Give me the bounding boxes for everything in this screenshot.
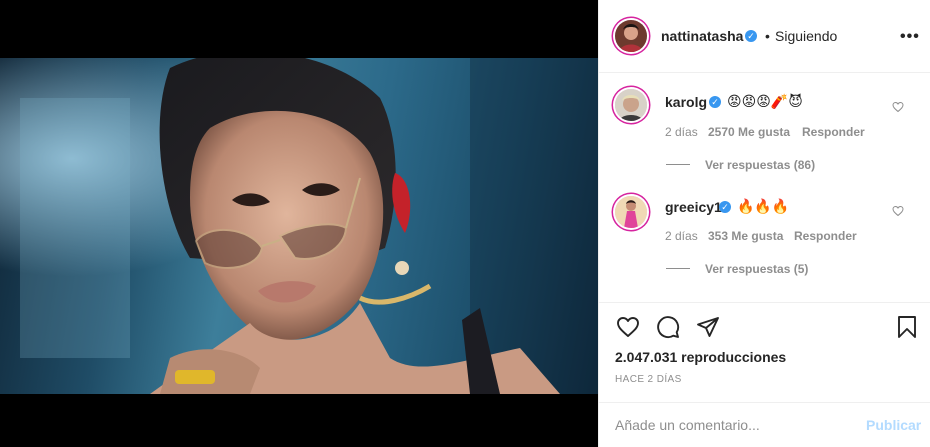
- commenter-avatar[interactable]: [615, 196, 647, 228]
- post-time-ago[interactable]: HACE 2 DÍAS: [615, 374, 682, 385]
- like-comment-heart-icon[interactable]: [892, 205, 904, 217]
- author-username[interactable]: nattinatasha: [661, 28, 743, 44]
- comment-time[interactable]: 2 días: [665, 125, 698, 139]
- comment-text: 🔥🔥🔥: [737, 198, 790, 214]
- post-header: nattinatasha ✓ • Siguiendo •••: [599, 0, 930, 73]
- commenter-avatar[interactable]: [615, 89, 647, 121]
- comment-likes-text: 353 Me gusta: [708, 229, 784, 243]
- reply-button[interactable]: Responder: [802, 125, 865, 139]
- comment-likes[interactable]: 2570 Me gusta: [708, 125, 790, 139]
- share-icon[interactable]: [695, 315, 721, 339]
- verified-badge-icon: ✓: [719, 201, 731, 213]
- reply-button-label: Responder: [794, 229, 857, 243]
- add-comment-bar: Publicar: [599, 402, 930, 447]
- author-avatar[interactable]: [615, 20, 647, 52]
- replies-divider: [666, 268, 690, 269]
- like-comment-heart-icon[interactable]: [892, 101, 904, 113]
- post-side-panel: nattinatasha ✓ • Siguiendo ••• karolg ✓ …: [598, 0, 930, 447]
- reply-button[interactable]: Responder: [794, 229, 857, 243]
- comment-time[interactable]: 2 días: [665, 229, 698, 243]
- reply-button-label: Responder: [802, 125, 865, 139]
- commenter-avatar-image: [615, 196, 647, 228]
- more-options-icon[interactable]: •••: [900, 28, 920, 46]
- add-comment-input[interactable]: [615, 417, 845, 433]
- video-frame[interactable]: [0, 58, 598, 394]
- comment-likes[interactable]: 353 Me gusta: [708, 229, 783, 243]
- view-replies-button[interactable]: Ver respuestas (86): [705, 158, 815, 172]
- comment-item: karolg ✓ 😡😡😡🧨😈 2 días 2570 Me gusta Resp…: [599, 73, 930, 183]
- comment-item: greeicy1 ✓ 🔥🔥🔥 2 días 353 Me gusta Respo…: [599, 183, 930, 293]
- video-still-image: [0, 58, 598, 394]
- publish-button[interactable]: Publicar: [866, 417, 921, 433]
- replies-divider: [666, 164, 690, 165]
- view-replies-button[interactable]: Ver respuestas (5): [705, 262, 808, 276]
- verified-badge-icon: ✓: [745, 30, 757, 42]
- view-count[interactable]: 2.047.031 reproducciones: [615, 349, 786, 365]
- author-avatar-image: [615, 20, 647, 52]
- follow-separator: •: [765, 28, 770, 44]
- heart-icon[interactable]: [615, 315, 641, 339]
- commenter-avatar-image: [615, 89, 647, 121]
- verified-badge-icon: ✓: [709, 96, 721, 108]
- following-button[interactable]: Siguiendo: [775, 28, 837, 44]
- video-player[interactable]: [0, 0, 598, 447]
- comment-username[interactable]: karolg: [665, 94, 707, 110]
- comment-username[interactable]: greeicy1: [665, 199, 722, 215]
- comment-likes-text: 2570 Me gusta: [708, 125, 791, 139]
- post-actions: 2.047.031 reproducciones HACE 2 DÍAS: [599, 302, 930, 402]
- bookmark-icon[interactable]: [895, 315, 919, 339]
- comment-text: 😡😡😡🧨😈: [727, 93, 803, 109]
- comment-icon[interactable]: [655, 315, 681, 339]
